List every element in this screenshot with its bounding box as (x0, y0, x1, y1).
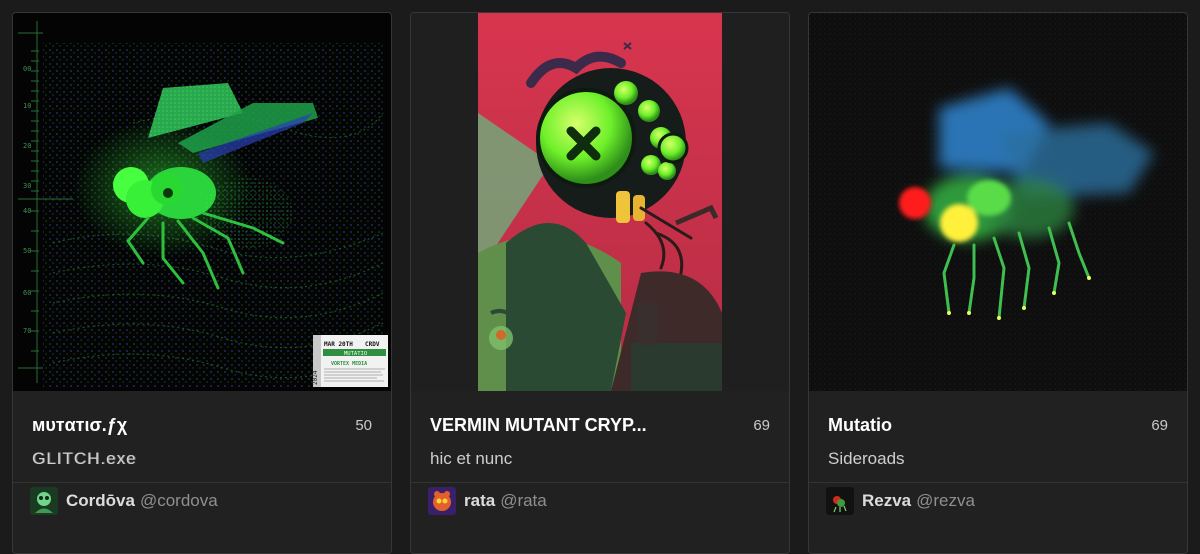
card-title[interactable]: VERMIN MUTANT CRYP... (430, 415, 720, 436)
collection-card[interactable]: VERMIN MUTANT CRYP... 69 hic et nunc rat… (410, 12, 790, 554)
label-date: MAR 20TH (324, 341, 353, 348)
divider (809, 482, 1187, 483)
edition-count: 69 (753, 417, 770, 434)
artist-info[interactable]: Cordōva @cordova (30, 486, 218, 516)
label-year: 2024 (312, 370, 319, 385)
label-code: CRDV (365, 341, 380, 348)
artist-name[interactable]: rata (464, 491, 495, 511)
ruler-tick-label: 40 (23, 207, 31, 215)
ruler-tick-label: 70 (23, 327, 31, 335)
artist-info[interactable]: rata @rata (428, 486, 547, 516)
artist-handle[interactable]: @cordova (140, 491, 218, 511)
artist-handle[interactable]: @rezva (916, 491, 975, 511)
card-title[interactable]: мυтαтισ.ƒχ (32, 415, 322, 436)
glitch-fly-artwork[interactable]: 00 10 20 30 40 50 60 70 2024 MAR 20TH CR… (13, 13, 391, 391)
ruler-tick-label: 50 (23, 247, 31, 255)
artist-handle[interactable]: @rata (500, 491, 547, 511)
divider (13, 482, 391, 483)
ruler-tick-label: 20 (23, 142, 31, 150)
avatar[interactable] (30, 487, 58, 515)
collection-card[interactable]: 00 10 20 30 40 50 60 70 2024 MAR 20TH CR… (12, 12, 392, 554)
edition-count: 69 (1151, 417, 1168, 434)
artist-name[interactable]: Rezva (862, 491, 911, 511)
collection-name[interactable]: Sideroads (828, 449, 905, 469)
collection-name[interactable]: GLITCH.exe (32, 449, 136, 469)
label-publisher: VORTEX MEDIA (331, 361, 367, 367)
collection-name[interactable]: hic et nunc (430, 449, 512, 469)
label-title: MUTATIO (344, 351, 367, 357)
ruler-tick-label: 30 (23, 182, 31, 190)
collection-card[interactable]: Mutatio 69 Sideroads Rezva @rezva (808, 12, 1188, 554)
blurred-fly-artwork[interactable] (809, 13, 1187, 391)
artist-info[interactable]: Rezva @rezva (826, 486, 975, 516)
edition-count: 50 (355, 417, 372, 434)
ruler-tick-label: 60 (23, 289, 31, 297)
avatar[interactable] (428, 487, 456, 515)
ruler-tick-label: 00 (23, 65, 31, 73)
artist-name[interactable]: Cordōva (66, 491, 135, 511)
mutant-fly-creature-artwork[interactable] (411, 13, 789, 391)
collection-card-grid: 00 10 20 30 40 50 60 70 2024 MAR 20TH CR… (0, 0, 1200, 554)
ruler-tick-label: 10 (23, 102, 31, 110)
divider (411, 482, 789, 483)
card-title[interactable]: Mutatio (828, 415, 1118, 436)
avatar[interactable] (826, 487, 854, 515)
